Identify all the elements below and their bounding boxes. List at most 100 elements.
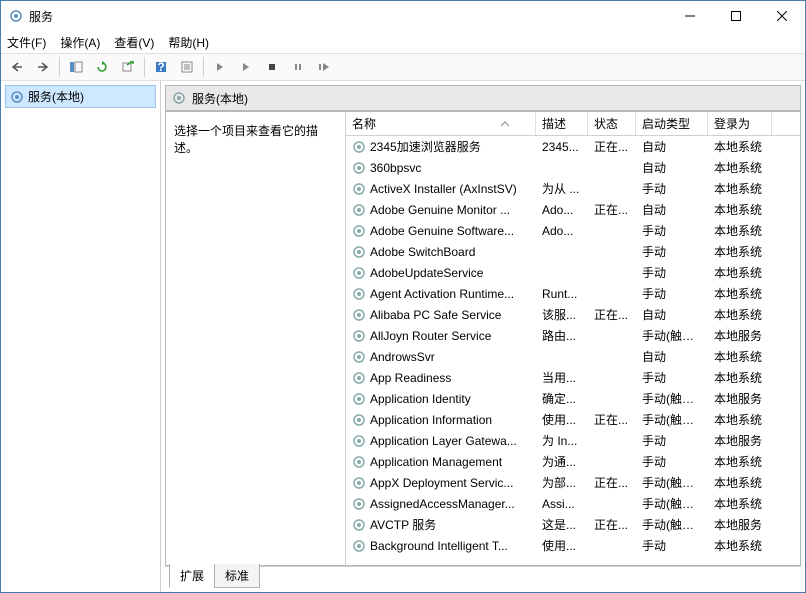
gear-icon	[352, 161, 366, 175]
service-name: Alibaba PC Safe Service	[370, 308, 501, 322]
service-logon: 本地系统	[708, 285, 772, 302]
service-row[interactable]: Application Information使用...正在...手动(触发..…	[346, 409, 800, 430]
service-startup: 手动(触发...	[636, 495, 708, 512]
service-logon: 本地系统	[708, 201, 772, 218]
toolbar: ?	[1, 53, 805, 81]
gear-icon	[352, 539, 366, 553]
pause-service-button[interactable]	[286, 56, 310, 78]
start-service-alt-button[interactable]	[234, 56, 258, 78]
service-logon: 本地系统	[708, 411, 772, 428]
service-logon: 本地系统	[708, 264, 772, 281]
service-row[interactable]: Background Intelligent T...使用...手动本地系统	[346, 535, 800, 556]
service-name: Application Layer Gatewa...	[370, 434, 517, 448]
service-row[interactable]: AllJoyn Router Service路由...手动(触发...本地服务	[346, 325, 800, 346]
gear-icon	[352, 434, 366, 448]
export-button[interactable]	[116, 56, 140, 78]
service-logon: 本地系统	[708, 243, 772, 260]
service-row[interactable]: AdobeUpdateService 手动本地系统	[346, 262, 800, 283]
service-desc: Ado...	[536, 224, 588, 238]
service-logon: 本地服务	[708, 390, 772, 407]
service-logon: 本地系统	[708, 369, 772, 386]
column-header-startup[interactable]: 启动类型	[636, 112, 708, 135]
help-button[interactable]: ?	[149, 56, 173, 78]
service-row[interactable]: Adobe SwitchBoard手动本地系统	[346, 241, 800, 262]
gear-icon	[352, 140, 366, 154]
titlebar[interactable]: 服务	[1, 1, 805, 31]
service-row[interactable]: 2345加速浏览器服务2345...正在...自动本地系统	[346, 136, 800, 157]
service-logon: 本地服务	[708, 516, 772, 533]
maximize-button[interactable]	[713, 1, 759, 31]
service-name: Adobe Genuine Software...	[370, 224, 514, 238]
service-row[interactable]: AndrowsSvr自动本地系统	[346, 346, 800, 367]
service-startup: 自动	[636, 201, 708, 218]
service-startup: 手动	[636, 264, 708, 281]
properties-button[interactable]	[175, 56, 199, 78]
service-row[interactable]: App Readiness当用...手动本地系统	[346, 367, 800, 388]
service-logon: 本地系统	[708, 474, 772, 491]
menu-help[interactable]: 帮助(H)	[168, 34, 209, 51]
service-row[interactable]: Application Management为通...手动本地系统	[346, 451, 800, 472]
service-startup: 手动	[636, 432, 708, 449]
tab-extended[interactable]: 扩展	[169, 564, 215, 588]
service-desc: 使用...	[536, 537, 588, 554]
service-row[interactable]: AppX Deployment Servic...为部...正在...手动(触发…	[346, 472, 800, 493]
service-desc: 为 In...	[536, 432, 588, 449]
service-row[interactable]: AssignedAccessManager...Assi...手动(触发...本…	[346, 493, 800, 514]
service-name: 2345加速浏览器服务	[370, 138, 481, 155]
service-desc: 使用...	[536, 411, 588, 428]
column-header-name[interactable]: 名称	[346, 112, 536, 135]
service-row[interactable]: Application Layer Gatewa... 为 In... 手动本地服务	[346, 430, 800, 451]
service-desc: 为通...	[536, 453, 588, 470]
service-row[interactable]: Alibaba PC Safe Service该服...正在...自动本地系统	[346, 304, 800, 325]
service-logon: 本地系统	[708, 537, 772, 554]
tree-node-label: 服务(本地)	[28, 88, 84, 105]
menu-action[interactable]: 操作(A)	[60, 34, 100, 51]
service-status: 正在...	[588, 474, 636, 491]
service-startup: 手动(触发...	[636, 327, 708, 344]
column-header-logon[interactable]: 登录为	[708, 112, 772, 135]
show-hide-tree-button[interactable]	[64, 56, 88, 78]
restart-service-button[interactable]	[312, 56, 336, 78]
service-name: 360bpsvc	[370, 161, 421, 175]
service-startup: 手动	[636, 222, 708, 239]
service-status: 正在...	[588, 138, 636, 155]
tree-node-services-local[interactable]: 服务(本地)	[5, 85, 156, 108]
service-status: 正在...	[588, 516, 636, 533]
service-status: 正在...	[588, 411, 636, 428]
service-startup: 自动	[636, 159, 708, 176]
back-button[interactable]	[5, 56, 29, 78]
service-row[interactable]: Application Identity确定...手动(触发...本地服务	[346, 388, 800, 409]
service-logon: 本地系统	[708, 348, 772, 365]
column-header-status[interactable]: 状态	[588, 112, 636, 135]
service-logon: 本地服务	[708, 432, 772, 449]
service-desc: 该服...	[536, 306, 588, 323]
gear-icon	[352, 476, 366, 490]
service-row[interactable]: 360bpsvc 自动本地系统	[346, 157, 800, 178]
menu-view[interactable]: 查看(V)	[114, 34, 154, 51]
service-startup: 手动	[636, 369, 708, 386]
refresh-button[interactable]	[90, 56, 114, 78]
service-startup: 手动(触发...	[636, 516, 708, 533]
stop-service-button[interactable]	[260, 56, 284, 78]
service-startup: 手动	[636, 453, 708, 470]
service-row[interactable]: Adobe Genuine Software...Ado...手动本地系统	[346, 220, 800, 241]
service-row[interactable]: AVCTP 服务这是...正在...手动(触发...本地服务	[346, 514, 800, 535]
column-header-desc[interactable]: 描述	[536, 112, 588, 135]
service-row[interactable]: Adobe Genuine Monitor ...Ado...正在...自动本地…	[346, 199, 800, 220]
forward-button[interactable]	[31, 56, 55, 78]
service-row[interactable]: ActiveX Installer (AxInstSV)为从 ...手动本地系统	[346, 178, 800, 199]
service-name: AdobeUpdateService	[370, 266, 483, 280]
service-logon: 本地系统	[708, 495, 772, 512]
gear-icon	[172, 91, 186, 105]
service-row[interactable]: Agent Activation Runtime...Runt...手动本地系统	[346, 283, 800, 304]
service-desc: 2345...	[536, 140, 588, 154]
menu-file[interactable]: 文件(F)	[7, 34, 46, 51]
close-button[interactable]	[759, 1, 805, 31]
service-logon: 本地系统	[708, 138, 772, 155]
pane-header-title: 服务(本地)	[192, 90, 248, 107]
tab-standard[interactable]: 标准	[214, 564, 260, 588]
service-desc: 当用...	[536, 369, 588, 386]
minimize-button[interactable]	[667, 1, 713, 31]
start-service-button[interactable]	[208, 56, 232, 78]
service-logon: 本地系统	[708, 159, 772, 176]
